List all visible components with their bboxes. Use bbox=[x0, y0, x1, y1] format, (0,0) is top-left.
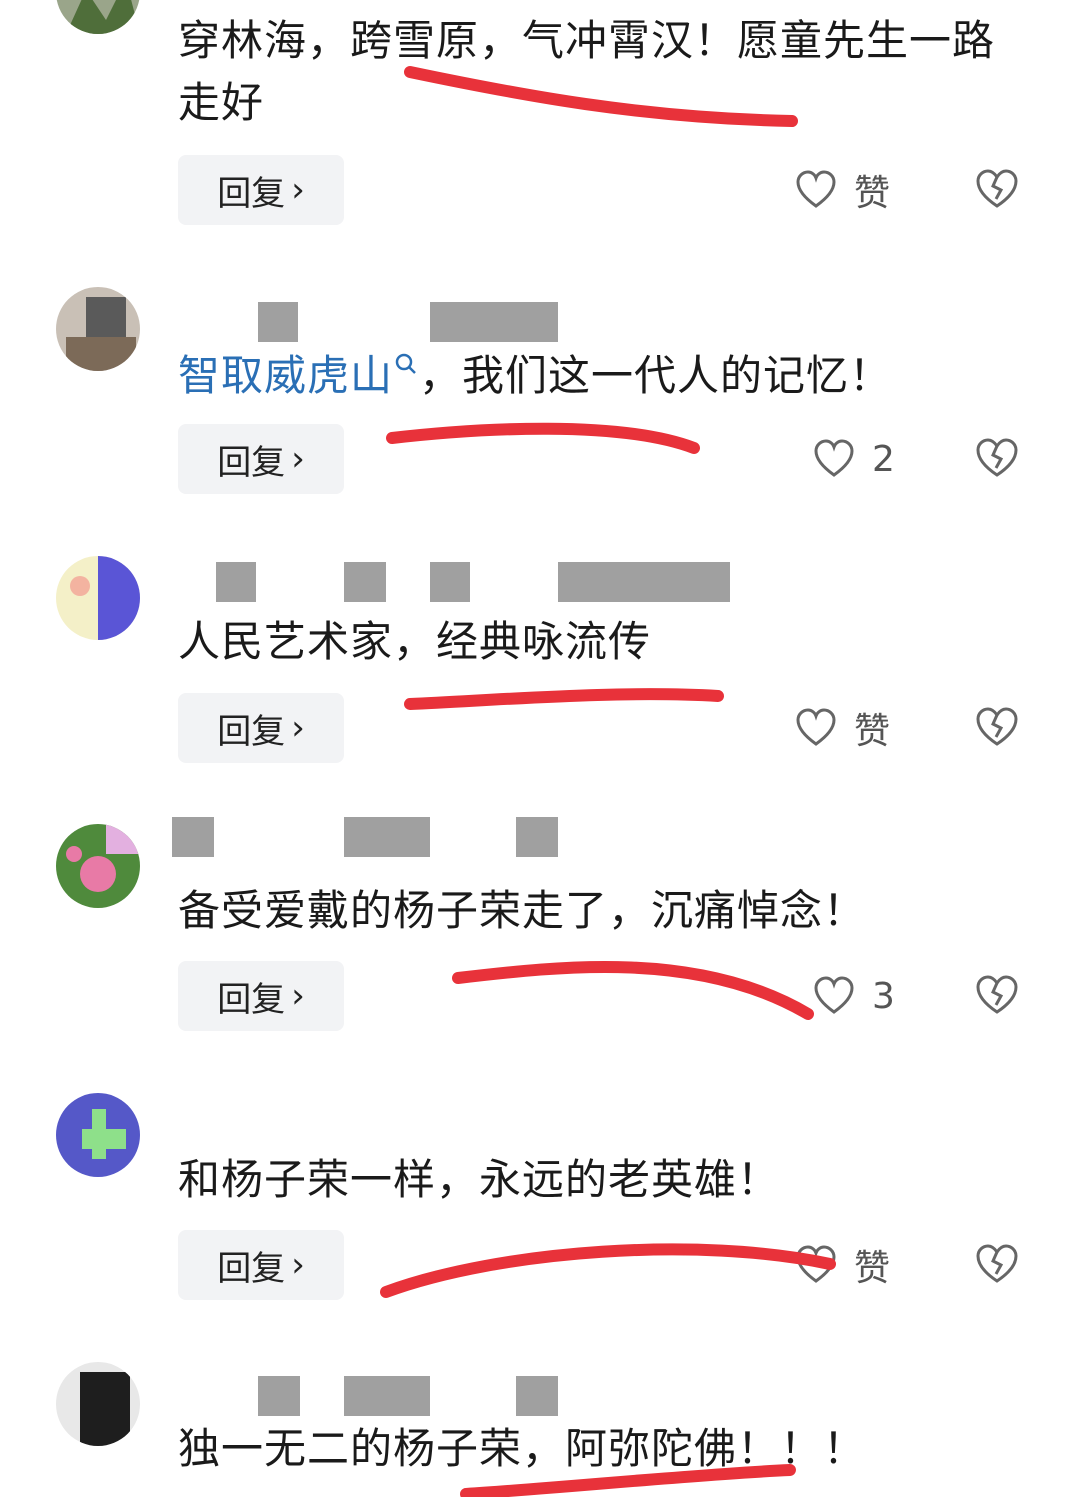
reply-label: 回复 bbox=[217, 173, 286, 214]
avatar[interactable] bbox=[56, 824, 140, 908]
avatar[interactable] bbox=[56, 0, 140, 34]
annotation-underlines bbox=[380, 66, 836, 1497]
like-button[interactable]: 2 bbox=[794, 434, 895, 484]
broken-heart-icon[interactable] bbox=[974, 972, 1020, 1018]
avatar[interactable] bbox=[56, 1362, 140, 1446]
comment-text: 人民艺术家，经典咏流传 bbox=[178, 617, 652, 666]
annotation-underline bbox=[386, 422, 700, 454]
username-redacted bbox=[178, 1376, 578, 1416]
comment-text: 智取威虎山 ，我们这一代人的记忆！ bbox=[178, 345, 1018, 407]
heart-icon bbox=[814, 976, 854, 1014]
comment-text: 穿林海，跨雪原，气冲霄汉！愿童先生一路走好 bbox=[178, 16, 996, 127]
chevron-right-icon: › bbox=[291, 976, 305, 1016]
like-button[interactable]: 3 bbox=[794, 971, 895, 1021]
reply-label: 回复 bbox=[217, 979, 286, 1020]
reply-button[interactable]: 回复 › bbox=[178, 1230, 344, 1300]
comment-text: 独一无二的杨子荣，阿弥陀佛！！！ bbox=[178, 1424, 867, 1473]
reply-label: 回复 bbox=[217, 1248, 286, 1289]
like-button[interactable]: 赞 bbox=[794, 703, 890, 753]
search-icon bbox=[395, 353, 416, 374]
reply-button[interactable]: 回复 › bbox=[178, 155, 344, 225]
chevron-right-icon: › bbox=[291, 170, 305, 210]
like-button[interactable]: 赞 bbox=[794, 1240, 890, 1290]
annotation-underline bbox=[452, 961, 814, 1020]
broken-heart-icon[interactable] bbox=[974, 1241, 1020, 1287]
username-redacted bbox=[178, 562, 738, 602]
chevron-right-icon: › bbox=[291, 439, 305, 479]
chevron-right-icon: › bbox=[291, 1245, 305, 1285]
avatar[interactable] bbox=[56, 556, 140, 640]
comment-text: 和杨子荣一样，永远的老英雄！ bbox=[178, 1155, 781, 1204]
like-count: 2 bbox=[872, 438, 895, 480]
heart-icon bbox=[796, 170, 836, 208]
broken-heart-icon[interactable] bbox=[974, 435, 1020, 481]
comment-text: 备受爱戴的杨子荣走了，沉痛悼念！ bbox=[178, 886, 867, 935]
broken-heart-icon[interactable] bbox=[974, 166, 1020, 212]
annotation-underline bbox=[380, 1243, 836, 1298]
reply-label: 回复 bbox=[217, 711, 286, 752]
heart-icon bbox=[814, 439, 854, 477]
reply-button[interactable]: 回复 › bbox=[178, 424, 344, 494]
avatar[interactable] bbox=[56, 1093, 140, 1177]
comment-body: ，我们这一代人的记忆！ bbox=[419, 351, 893, 400]
username-redacted bbox=[178, 302, 578, 342]
reply-label: 回复 bbox=[217, 442, 286, 483]
avatar[interactable] bbox=[56, 287, 140, 371]
like-count: 赞 bbox=[854, 711, 891, 752]
annotation-underline bbox=[404, 688, 724, 710]
chevron-right-icon: › bbox=[291, 708, 305, 748]
heart-icon bbox=[796, 708, 836, 746]
like-count: 3 bbox=[872, 975, 895, 1017]
topic-link[interactable]: 智取威虎山 bbox=[178, 351, 393, 400]
like-count: 赞 bbox=[854, 173, 891, 214]
like-button[interactable]: 赞 bbox=[794, 165, 890, 215]
reply-button[interactable]: 回复 › bbox=[178, 961, 344, 1031]
heart-icon bbox=[796, 1245, 836, 1283]
reply-button[interactable]: 回复 › bbox=[178, 693, 344, 763]
broken-heart-icon[interactable] bbox=[974, 704, 1020, 750]
username-redacted bbox=[172, 817, 578, 857]
like-count: 赞 bbox=[854, 1248, 891, 1289]
